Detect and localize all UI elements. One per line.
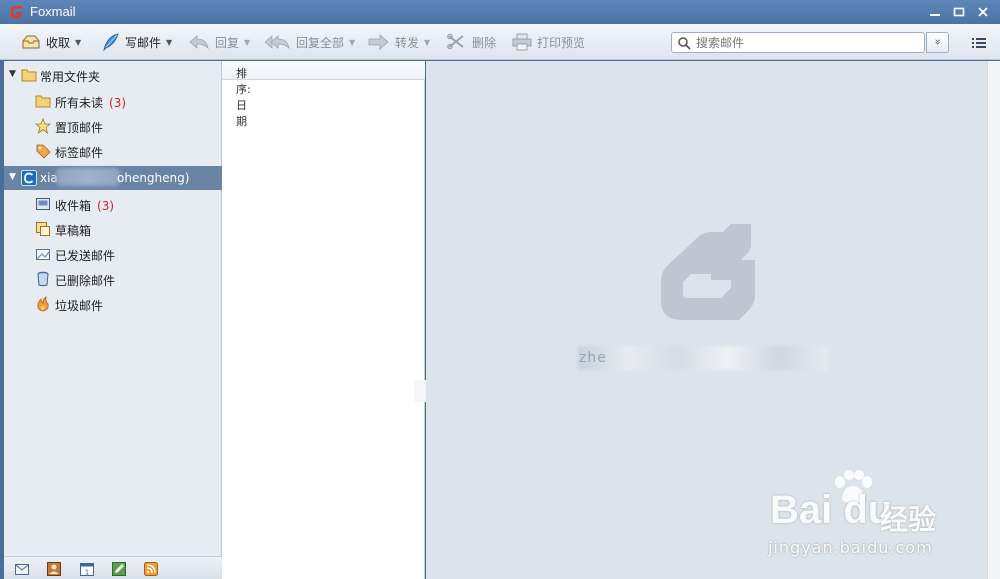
reply-all-arrow-icon [264,35,290,50]
reply-button[interactable]: 回复 ▼ [187,30,250,54]
redacted-account-text [578,346,828,370]
folder-label: 已发送邮件 [55,249,116,263]
search-options-button[interactable]: » [926,32,949,53]
folder-icon [21,69,37,82]
main-menu-button[interactable] [968,33,990,53]
calendar-module-icon[interactable]: 1 [79,561,95,577]
flame-icon [37,296,49,312]
trash-can-icon [37,271,49,287]
print-preview-button[interactable]: 打印预览 [511,30,585,54]
folder-label: 已删除邮件 [55,274,116,288]
collapse-triangle-icon[interactable]: ▼ [9,172,16,182]
folder-tagged[interactable]: 标签邮件 [4,139,222,163]
compose-button[interactable]: 写邮件 ▼ [101,30,172,54]
rss-module-icon[interactable] [143,561,159,577]
svg-text:1: 1 [85,569,89,577]
account-label-suffix: ohengheng) [117,171,190,185]
receive-button[interactable]: 收取 ▼ [20,30,81,54]
watermark-brand: Bai du [770,488,893,532]
account-group[interactable]: ▼ xia ohengheng) [4,166,222,190]
contacts-module-icon[interactable] [46,561,62,577]
double-chevron-down-icon: » [931,38,945,46]
pane-splitter-handle[interactable] [414,380,426,402]
folder-label: 草稿箱 [55,224,92,238]
forward-arrow-icon [368,34,389,50]
foxmail-watermark-logo-icon [661,224,755,320]
folder-deleted[interactable]: 已删除邮件 [4,267,222,291]
group-label: 常用文件夹 [40,70,101,84]
forward-button[interactable]: 转发 ▼ [367,30,430,54]
chevron-down-icon: ▼ [75,37,82,47]
module-switcher: 1 [4,556,222,579]
account-text: zhe [579,350,607,366]
chevron-down-icon: ▼ [349,37,356,47]
close-icon [978,7,988,17]
window-title: Foxmail [30,4,76,19]
maximize-button[interactable] [950,3,968,21]
folder-label: 标签邮件 [55,146,104,160]
star-icon [35,118,51,134]
inbox-icon [36,198,50,210]
redacted-account-name [56,168,120,186]
common-folders-group[interactable]: ▼ 常用文件夹 [4,63,222,87]
reading-pane-scrollbar[interactable] [987,61,1000,579]
reply-arrow-icon [189,35,209,50]
folder-label: 所有未读 [55,96,104,110]
folder-junk[interactable]: 垃圾邮件 [4,292,222,316]
minimize-button[interactable] [926,3,944,21]
folder-pinned[interactable]: 置顶邮件 [4,114,222,138]
minimize-icon [930,14,940,16]
chevron-down-icon: ▼ [244,37,251,47]
sort-bar[interactable]: 排序:日期 ⌄ [222,61,425,128]
chevron-down-icon: ▼ [166,37,173,47]
search-input[interactable] [696,35,916,50]
folder-inbox[interactable]: 收件箱 (3) [4,192,222,216]
mail-module-icon[interactable] [14,561,30,577]
close-button[interactable] [974,3,992,21]
folder-icon [35,95,51,108]
folder-sent[interactable]: 已发送邮件 [4,242,222,266]
mail-list-pane: 排序:日期 ⌄ [222,61,425,579]
folder-drafts[interactable]: 草稿箱 [4,217,222,241]
search-box [671,32,925,53]
folder-all-unread[interactable]: 所有未读 (3) [4,89,222,113]
feather-pen-icon [103,33,119,52]
printer-icon [512,33,532,51]
list-menu-icon [972,38,986,48]
chevron-down-icon: ▼ [424,37,431,47]
sent-mail-icon [36,249,50,260]
unread-count: (3) [109,96,127,110]
chevron-down-icon: ⌄ [236,65,244,75]
search-icon [678,37,691,50]
account-c-icon [21,170,37,186]
notes-module-icon[interactable] [111,561,127,577]
collapse-triangle-icon[interactable]: ▼ [9,69,16,79]
drafts-icon [36,222,50,236]
baidu-jingyan-watermark: Bai du 经验 jingyan.baidu.com [768,470,970,560]
maximize-icon [953,7,965,17]
tag-icon [36,144,51,159]
watermark-cn: 经验 [880,503,937,536]
inbox-tray-icon [22,35,40,49]
folder-sidebar: ▼ 常用文件夹 所有未读 (3) 置顶邮件 标签邮件 ▼ xia ohenghen… [4,61,222,579]
foxmail-logo-icon [11,6,22,18]
unread-count: (3) [97,199,115,213]
reply-all-button[interactable]: 回复全部 ▼ [264,30,355,54]
scissors-delete-icon [447,33,464,50]
delete-button[interactable]: 删除 [446,30,496,54]
folder-label: 垃圾邮件 [55,299,104,313]
watermark-url: jingyan.baidu.com [768,538,933,557]
title-bar: Foxmail [0,0,1000,24]
folder-label: 置顶邮件 [55,121,104,135]
folder-label: 收件箱 [55,199,92,213]
